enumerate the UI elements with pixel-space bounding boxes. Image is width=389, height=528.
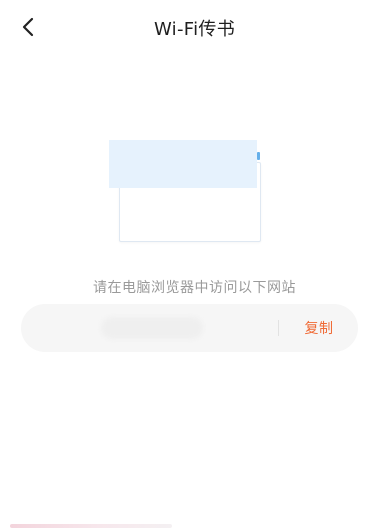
divider xyxy=(278,320,279,336)
url-field: 复制 xyxy=(21,304,358,352)
copy-button[interactable]: 复制 xyxy=(291,318,347,338)
browser-tab-marker xyxy=(257,152,260,160)
blurred-url xyxy=(101,317,203,339)
page-title: Wi-Fi传书 xyxy=(153,19,236,40)
top-bar: Wi-Fi传书 xyxy=(0,0,389,56)
browser-screen xyxy=(109,140,257,188)
bottom-decoration xyxy=(10,524,172,528)
computer-browser-illustration xyxy=(109,140,261,242)
instruction-text: 请在电脑浏览器中访问以下网站 xyxy=(93,280,296,296)
